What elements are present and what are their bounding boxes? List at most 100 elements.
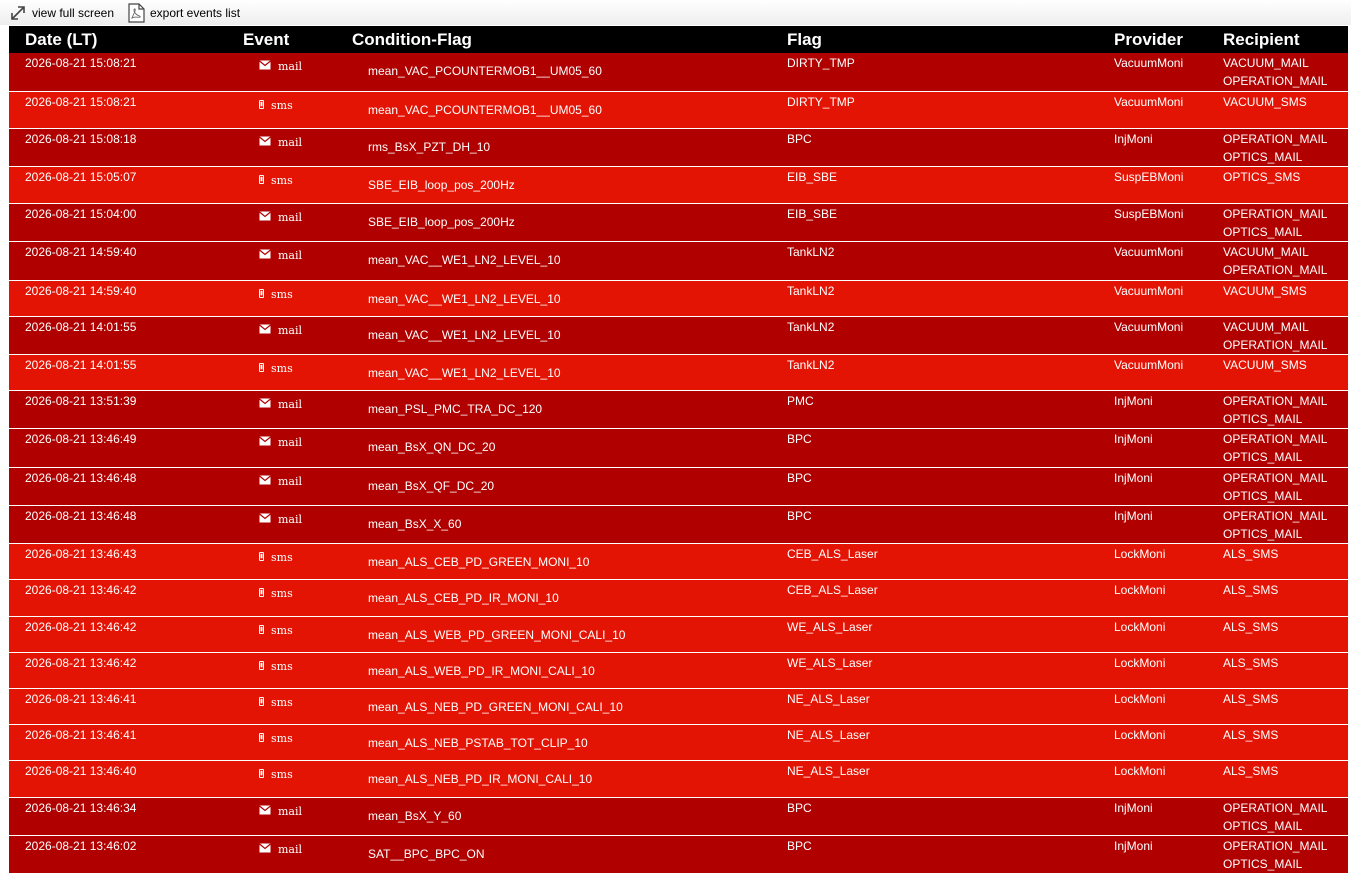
- table-row[interactable]: 2026-08-21 14:59:40 mail mean_VAC__WE1_LN2…: [9, 242, 1348, 281]
- event-type: sms: [271, 587, 293, 600]
- recipient-cell: ALS_SMS: [1223, 581, 1278, 599]
- event-type: mail: [278, 436, 303, 449]
- condition-cell: mean_VAC_PCOUNTERMOB1__UM05_60: [368, 64, 602, 78]
- table-row[interactable]: 2026-08-21 14:59:40 sms mean_VAC__WE1_LN2_…: [9, 281, 1348, 317]
- table-row[interactable]: 2026-08-21 14:01:55 mail mean_VAC__WE1_LN2…: [9, 317, 1348, 355]
- table-row[interactable]: 2026-08-21 13:46:40 sms mean_ALS_NEB_PD_IR…: [9, 761, 1348, 798]
- table-row[interactable]: 2026-08-21 15:08:21 mail mean_VAC_PCOUNTER…: [9, 53, 1348, 92]
- flag-cell: TankLN2: [787, 320, 835, 334]
- recipient-item: OPERATION_MAIL: [1223, 207, 1328, 221]
- flag-cell: DIRTY_TMP: [787, 95, 855, 109]
- flag-cell: NE_ALS_Laser: [787, 728, 870, 742]
- table-row[interactable]: 2026-08-21 13:46:49 mail mean_BsX_QN_DC_20…: [9, 429, 1348, 468]
- date-cell: 2026-08-21 13:46:42: [25, 656, 137, 670]
- recipient-item: ALS_SMS: [1223, 764, 1279, 778]
- condition-cell: mean_BsX_X_60: [368, 517, 462, 531]
- event-type: mail: [278, 475, 303, 488]
- mobile-phone-icon: [259, 658, 264, 676]
- recipient-cell: OPERATION_MAIL OPTICS_MAIL: [1223, 799, 1327, 835]
- table-row[interactable]: 2026-08-21 15:04:00 mail SBE_EIB_loop_pos_…: [9, 204, 1348, 242]
- header-condition-flag[interactable]: Condition-Flag: [352, 30, 472, 50]
- recipient-item: OPERATION_MAIL: [1223, 132, 1328, 146]
- event-cell: mail: [259, 841, 302, 859]
- table-row[interactable]: 2026-08-21 15:08:21 sms mean_VAC_PCOUNTERM…: [9, 92, 1348, 129]
- provider-cell: LockMoni: [1114, 728, 1166, 742]
- mobile-phone-icon: [259, 360, 264, 378]
- table-row[interactable]: 2026-08-21 13:46:48 mail mean_BsX_QF_DC_20…: [9, 468, 1348, 506]
- recipient-cell: VACUUM_MAIL OPERATION_MAIL: [1223, 318, 1327, 354]
- flag-cell: NE_ALS_Laser: [787, 764, 870, 778]
- provider-cell: LockMoni: [1114, 764, 1166, 778]
- table-row[interactable]: 2026-08-21 13:46:42 sms mean_ALS_WEB_PD_GR…: [9, 617, 1348, 653]
- date-cell: 2026-08-21 13:46:48: [25, 471, 137, 485]
- event-cell: sms: [259, 286, 293, 304]
- header-flag[interactable]: Flag: [787, 30, 822, 50]
- event-type: mail: [278, 805, 303, 818]
- recipient-item: OPERATION_MAIL: [1223, 839, 1328, 853]
- date-cell: 2026-08-21 15:08:18: [25, 132, 137, 146]
- table-row[interactable]: 2026-08-21 13:46:41 sms mean_ALS_NEB_PD_GR…: [9, 689, 1348, 725]
- provider-cell: InjMoni: [1114, 432, 1153, 446]
- table-row[interactable]: 2026-08-21 13:46:42 sms mean_ALS_CEB_PD_IR…: [9, 580, 1348, 617]
- table-row[interactable]: 2026-08-21 13:51:39 mail mean_PSL_PMC_TRA_…: [9, 391, 1348, 429]
- date-cell: 2026-08-21 13:46:34: [25, 801, 137, 815]
- table-row[interactable]: 2026-08-21 15:05:07 sms SBE_EIB_loop_pos_2…: [9, 167, 1348, 204]
- date-cell: 2026-08-21 14:59:40: [25, 245, 137, 259]
- condition-cell: mean_BsX_Y_60: [368, 809, 462, 823]
- condition-cell: mean_PSL_PMC_TRA_DC_120: [368, 402, 543, 416]
- envelope-icon: [259, 209, 271, 227]
- recipient-cell: VACUUM_MAIL OPERATION_MAIL: [1223, 243, 1327, 279]
- mobile-phone-icon: [259, 549, 264, 567]
- event-cell: mail: [259, 511, 302, 529]
- event-type: sms: [271, 551, 293, 564]
- table-row[interactable]: 2026-08-21 13:46:43 sms mean_ALS_CEB_PD_GR…: [9, 544, 1348, 580]
- event-type: sms: [271, 768, 293, 781]
- condition-cell: mean_ALS_WEB_PD_IR_MONI_CALI_10: [368, 664, 595, 678]
- recipient-cell: ALS_SMS: [1223, 726, 1278, 744]
- table-row[interactable]: 2026-08-21 13:46:41 sms mean_ALS_NEB_PSTAB…: [9, 725, 1348, 761]
- envelope-icon: [259, 803, 271, 821]
- header-provider[interactable]: Provider: [1114, 30, 1183, 50]
- header-event[interactable]: Event: [243, 30, 289, 50]
- table-row[interactable]: 2026-08-21 15:08:18 mail rms_BsX_PZT_DH_10…: [9, 129, 1348, 167]
- envelope-icon: [259, 58, 271, 76]
- flag-cell: BPC: [787, 801, 812, 815]
- date-cell: 2026-08-21 13:51:39: [25, 394, 137, 408]
- recipient-item: OPTICS_MAIL: [1223, 412, 1303, 426]
- date-cell: 2026-08-21 15:04:00: [25, 207, 137, 221]
- table-row[interactable]: 2026-08-21 13:46:42 sms mean_ALS_WEB_PD_IR…: [9, 653, 1348, 689]
- table-row[interactable]: 2026-08-21 13:46:02 mail SAT__BPC_BPC_ON BP…: [9, 836, 1348, 874]
- header-recipient[interactable]: Recipient: [1223, 30, 1300, 50]
- provider-cell: LockMoni: [1114, 656, 1166, 670]
- provider-cell: VacuumMoni: [1114, 245, 1184, 259]
- table-row[interactable]: 2026-08-21 13:46:34 mail mean_BsX_Y_60 BPC I…: [9, 798, 1348, 836]
- header-date[interactable]: Date (LT): [25, 30, 97, 50]
- view-full-screen-link[interactable]: view full screen: [8, 3, 114, 23]
- table-row[interactable]: 2026-08-21 13:46:48 mail mean_BsX_X_60 BPC I…: [9, 506, 1348, 544]
- recipient-cell: OPTICS_SMS: [1223, 168, 1300, 186]
- table-row[interactable]: 2026-08-21 14:01:55 sms mean_VAC__WE1_LN2_…: [9, 355, 1348, 391]
- date-cell: 2026-08-21 13:46:41: [25, 692, 137, 706]
- flag-cell: CEB_ALS_Laser: [787, 583, 878, 597]
- date-cell: 2026-08-21 15:05:07: [25, 170, 137, 184]
- condition-cell: mean_BsX_QN_DC_20: [368, 440, 496, 454]
- event-type: mail: [278, 513, 303, 526]
- event-cell: sms: [259, 585, 293, 603]
- event-cell: sms: [259, 694, 293, 712]
- recipient-item: VACUUM_MAIL: [1223, 320, 1309, 334]
- provider-cell: SuspEBMoni: [1114, 207, 1184, 221]
- envelope-icon: [259, 511, 271, 529]
- export-events-link[interactable]: export events list: [126, 3, 240, 23]
- recipient-item: OPERATION_MAIL: [1223, 509, 1328, 523]
- mobile-phone-icon: [259, 97, 264, 115]
- event-type: mail: [278, 60, 303, 73]
- mobile-phone-icon: [259, 730, 264, 748]
- mobile-phone-icon: [259, 585, 264, 603]
- condition-cell: mean_VAC__WE1_LN2_LEVEL_10: [368, 292, 561, 306]
- recipient-cell: OPERATION_MAIL OPTICS_MAIL: [1223, 507, 1327, 543]
- date-cell: 2026-08-21 13:46:48: [25, 509, 137, 523]
- recipient-cell: OPERATION_MAIL OPTICS_MAIL: [1223, 392, 1327, 428]
- flag-cell: BPC: [787, 509, 812, 523]
- event-type: sms: [271, 696, 293, 709]
- recipient-cell: OPERATION_MAIL OPTICS_MAIL: [1223, 205, 1327, 241]
